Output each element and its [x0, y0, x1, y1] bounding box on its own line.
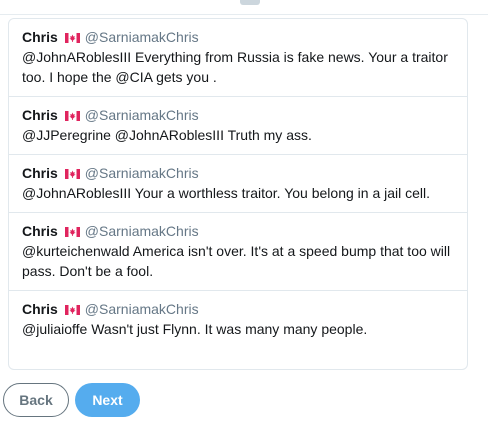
tweet-item: Chris @SarniamakChris @kurteichenwald Ame…	[9, 213, 467, 291]
tweet-author-handle: @SarniamakChris	[84, 107, 199, 123]
next-button[interactable]: Next	[75, 383, 140, 417]
tweet-item: Chris @SarniamakChris @JohnARoblesIII Eve…	[9, 19, 467, 97]
canada-flag-icon	[64, 33, 80, 43]
canada-flag-icon	[64, 169, 80, 179]
tweet-text: @juliaioffe Wasn't just Flynn. It was ma…	[22, 321, 368, 337]
tweet-author-name: Chris	[22, 165, 58, 181]
tweet-text: @JohnARoblesIII Your a worthless traitor…	[22, 185, 431, 201]
tweet-author-handle: @SarniamakChris	[84, 29, 199, 45]
tweet-author-name: Chris	[22, 29, 58, 45]
tweet-text: @JohnARoblesIII Everything from Russia i…	[22, 49, 448, 85]
tweet-text: @JJPeregrine @JohnARoblesIII Truth my as…	[22, 127, 312, 143]
canada-flag-icon	[64, 227, 80, 237]
top-partial-element	[240, 0, 260, 5]
tweet-item: Chris @SarniamakChris @JohnARoblesIII You…	[9, 155, 467, 213]
canada-flag-icon	[64, 111, 80, 121]
tweet-item: Chris @SarniamakChris @JJPeregrine @JohnA…	[9, 97, 467, 155]
canada-flag-icon	[64, 305, 80, 315]
tweet-author-name: Chris	[22, 107, 58, 123]
tweet-author-name: Chris	[22, 301, 58, 317]
tweet-author-handle: @SarniamakChris	[84, 223, 199, 239]
tweet-author-handle: @SarniamakChris	[84, 165, 199, 181]
back-button[interactable]: Back	[3, 383, 69, 417]
tweet-list[interactable]: Chris @SarniamakChris @JohnARoblesIII Eve…	[8, 18, 468, 370]
tweet-author-name: Chris	[22, 223, 58, 239]
tweet-item: Chris @SarniamakChris @juliaioffe Wasn't …	[9, 291, 467, 348]
tweet-author-handle: @SarniamakChris	[84, 301, 199, 317]
tweet-text: @kurteichenwald America isn't over. It's…	[22, 243, 451, 279]
